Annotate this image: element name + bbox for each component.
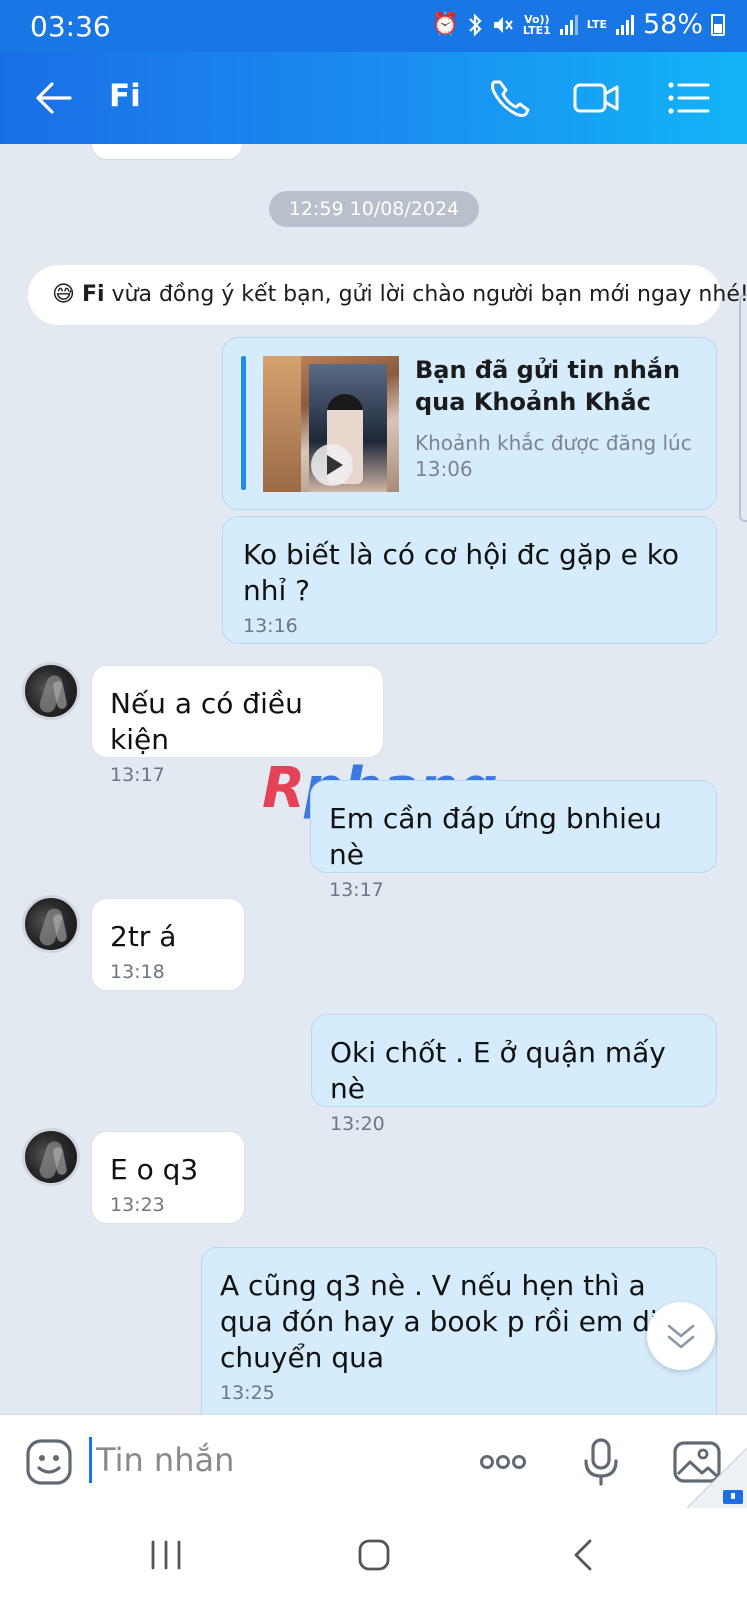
scrollbar[interactable] (739, 294, 747, 522)
scroll-to-bottom-button[interactable] (647, 1302, 715, 1370)
avatar[interactable] (22, 1128, 80, 1186)
battery-percent: 58% (642, 9, 703, 40)
text-cursor (89, 1437, 92, 1483)
mute-icon (493, 16, 513, 33)
moment-subtitle: Khoảnh khắc được đăng lúc 13:06 (415, 431, 692, 481)
message-bubble-outgoing[interactable]: Em cần đáp ứng bnhieu nè 13:17 (310, 780, 717, 901)
double-chevron-down-icon (667, 1324, 695, 1349)
message-bubble-outgoing[interactable]: Oki chốt . E ở quận mấy nè 13:20 (311, 1014, 717, 1135)
chat-area[interactable]: 12:59 10/08/2024 😅 Fi vừa đồng ý kết bạn… (0, 144, 747, 1414)
system-navigation-bar (0, 1508, 747, 1600)
message-bubble-outgoing[interactable]: A cũng q3 nè . V nếu hẹn thì a qua đón h… (201, 1247, 717, 1414)
message-time: 13:17 (329, 879, 384, 901)
message-time: 13:18 (110, 961, 165, 983)
message-text: 2tr á (110, 920, 177, 953)
volte-label: Vo)) LTE1 (522, 12, 551, 37)
message-text: Ko biết là có cơ hội đc gặp e ko nhỉ ? (243, 538, 680, 607)
menu-list-icon[interactable] (664, 76, 712, 120)
moment-title: Bạn đã gửi tin nhắn qua Khoảnh Khắc (415, 356, 681, 416)
message-time: 13:16 (243, 615, 298, 637)
message-text: A cũng q3 nè . V nếu hẹn thì a qua đón h… (220, 1269, 658, 1374)
more-options-icon[interactable] (478, 1437, 528, 1487)
secure-folder-icon (687, 1448, 747, 1508)
message-bubble-incoming[interactable]: E o q3 13:23 (91, 1131, 245, 1224)
home-icon[interactable] (349, 1530, 399, 1580)
avatar[interactable] (22, 895, 80, 953)
message-text: Oki chốt . E ở quận mấy nè (330, 1036, 666, 1105)
message-time: 13:23 (110, 1194, 165, 1216)
back-nav-icon[interactable] (560, 1530, 610, 1580)
phone-call-icon[interactable] (486, 76, 534, 120)
message-bubble-incoming[interactable]: Nếu a có điều kiện 13:17 (91, 665, 384, 786)
notice-text: vừa đồng ý kết bạn, gửi lời chào người b… (111, 282, 747, 307)
contact-name[interactable]: Fi (109, 78, 141, 114)
bluetooth-icon (469, 12, 482, 37)
notice-name: Fi (81, 282, 105, 307)
quote-bar (241, 356, 246, 490)
sweat-smile-emoji: 😅 (52, 282, 75, 307)
moment-thumbnail[interactable] (263, 356, 399, 492)
message-text: Em cần đáp ứng bnhieu nè (329, 802, 662, 871)
battery-icon (711, 13, 725, 36)
message-text: Nếu a có điều kiện (110, 687, 303, 756)
moment-reply-card[interactable]: Bạn đã gửi tin nhắn qua Khoảnh Khắc Khoả… (222, 337, 717, 510)
status-time: 03:36 (30, 10, 111, 43)
status-icons: ⏰ Vo)) LTE1 LTE 58% (431, 9, 725, 40)
network-label: LTE (586, 18, 607, 31)
friend-accepted-notice: 😅 Fi vừa đồng ý kết bạn, gửi lời chào ng… (28, 265, 747, 325)
signal-icon-2 (615, 14, 634, 35)
chat-header: Fi (0, 52, 747, 144)
previous-message-stub (91, 144, 243, 160)
sticker-emoji-icon[interactable] (24, 1437, 74, 1487)
message-bubble-incoming[interactable]: 2tr á 13:18 (91, 898, 245, 991)
message-input-bar (0, 1414, 747, 1508)
message-bubble-outgoing[interactable]: Ko biết là có cơ hội đc gặp e ko nhỉ ? 1… (222, 516, 717, 644)
video-call-icon[interactable] (572, 76, 620, 120)
avatar[interactable] (22, 662, 80, 720)
date-separator: 12:59 10/08/2024 (269, 191, 479, 227)
message-text: E o q3 (110, 1153, 199, 1186)
signal-icon-1 (559, 14, 578, 35)
alarm-icon: ⏰ (431, 12, 459, 37)
status-bar: 03:36 ⏰ Vo)) LTE1 LTE 58% (0, 0, 747, 52)
recent-apps-icon[interactable] (141, 1530, 191, 1580)
message-time: 13:25 (220, 1382, 275, 1404)
message-input[interactable] (96, 1437, 456, 1483)
back-arrow-icon[interactable] (34, 76, 74, 120)
play-icon[interactable] (311, 444, 353, 486)
message-time: 13:20 (330, 1113, 385, 1135)
watermark-first: R (262, 756, 305, 821)
microphone-icon[interactable] (576, 1437, 626, 1487)
